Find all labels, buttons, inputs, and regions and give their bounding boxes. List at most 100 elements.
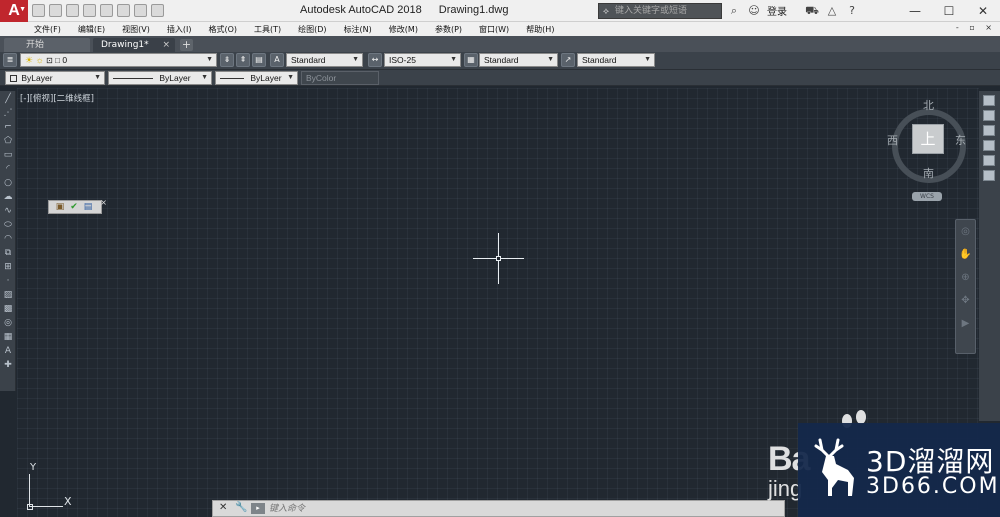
new-tab-button[interactable]: + [180, 39, 193, 51]
save-as-icon[interactable] [83, 4, 96, 17]
polyline-icon[interactable]: ⌐ [2, 121, 14, 133]
recent-commands-icon[interactable]: ▸ [251, 503, 265, 514]
menu-tools[interactable]: 工具(T) [254, 24, 281, 35]
layer-dropdown[interactable]: ☀ ☼ ⊡ □ 0 ▼ [20, 53, 217, 67]
application-menu-button[interactable]: A ▼ [0, 0, 28, 22]
menu-dimension[interactable]: 标注(N) [344, 24, 372, 35]
hatch-to-back-icon[interactable] [983, 170, 995, 181]
viewcube-top-face[interactable]: 上 [912, 124, 944, 154]
dimension-style-dropdown[interactable]: ISO-25 ▼ [384, 53, 461, 67]
pan-hand-icon[interactable]: ✋ [958, 247, 973, 262]
showmotion-icon[interactable]: ▶ [958, 316, 973, 331]
circle-icon[interactable]: ○ [2, 177, 14, 189]
close-icon[interactable]: × [100, 198, 107, 207]
command-input[interactable] [269, 502, 774, 515]
tab-drawing1[interactable]: Drawing1* × [93, 38, 175, 52]
ellipse-icon[interactable]: ⬭ [2, 219, 14, 231]
close-icon[interactable]: ✕ [219, 502, 227, 513]
gradient-icon[interactable]: ▩ [2, 303, 14, 315]
login-button[interactable]: 登录 [767, 3, 787, 18]
polygon-icon[interactable]: ⬠ [2, 135, 14, 147]
maximize-button[interactable]: ☐ [932, 0, 966, 22]
hatch-icon[interactable]: ▨ [2, 289, 14, 301]
layer-properties-icon[interactable]: ≣ [3, 53, 17, 67]
compass-south[interactable]: 南 [923, 165, 934, 181]
document-window-controls[interactable]: - ▫ × [956, 23, 996, 32]
minimize-button[interactable]: — [898, 0, 932, 22]
arc-icon[interactable]: ◜ [2, 163, 14, 175]
table-style-icon[interactable]: ▦ [464, 53, 478, 67]
menu-insert[interactable]: 插入(I) [167, 24, 192, 35]
user-icon[interactable]: ☺ [747, 4, 761, 18]
multileader-style-icon[interactable]: ↗ [561, 53, 575, 67]
lineweight-dropdown[interactable]: ByLayer ▼ [215, 71, 298, 85]
dimension-style-icon[interactable]: ↔ [368, 53, 382, 67]
layer-states-icon[interactable]: ▤ [252, 53, 266, 67]
undo-icon[interactable] [117, 4, 130, 17]
new-file-icon[interactable] [32, 4, 45, 17]
folder-icon[interactable]: ▣ [55, 202, 65, 212]
menu-window[interactable]: 窗口(W) [479, 24, 509, 35]
linetype-dropdown[interactable]: ByLayer ▼ [108, 71, 212, 85]
print-icon[interactable] [100, 4, 113, 17]
insert-block-icon[interactable]: ⧉ [2, 247, 14, 259]
menu-view[interactable]: 视图(V) [122, 24, 150, 35]
table-style-dropdown[interactable]: Standard ▼ [479, 53, 558, 67]
multileader-style-dropdown[interactable]: Standard ▼ [577, 53, 655, 67]
text-style-icon[interactable]: A [270, 53, 284, 67]
help-icon[interactable]: ? [845, 4, 859, 18]
close-tab-icon[interactable]: × [162, 38, 170, 52]
customize-qat-icon[interactable] [151, 4, 164, 17]
menu-edit[interactable]: 编辑(E) [78, 24, 105, 35]
tab-start[interactable]: 开始 [4, 38, 90, 52]
zoom-extents-icon[interactable]: ⊕ [958, 270, 973, 285]
open-file-icon[interactable] [49, 4, 62, 17]
point-icon[interactable]: · [2, 275, 14, 287]
make-current-layer-icon[interactable]: ⇟ [220, 53, 234, 67]
search-input[interactable]: ⟡ 键入关键字或短语 [598, 3, 722, 19]
close-button[interactable]: ✕ [966, 0, 1000, 22]
orbit-icon[interactable]: ✥ [958, 293, 973, 308]
ellipse-arc-icon[interactable]: ◠ [2, 233, 14, 245]
steering-wheel-icon[interactable]: ◎ [958, 224, 973, 239]
menu-draw[interactable]: 绘图(D) [298, 24, 326, 35]
compass-east[interactable]: 东 [955, 132, 966, 148]
redo-icon[interactable] [134, 4, 147, 17]
color-dropdown[interactable]: ByLayer ▼ [5, 71, 105, 85]
compass-west[interactable]: 西 [887, 132, 898, 148]
check-icon[interactable]: ✔ [69, 202, 79, 212]
menu-help[interactable]: 帮助(H) [526, 24, 554, 35]
send-under-icon[interactable] [983, 140, 995, 151]
menu-format[interactable]: 格式(O) [208, 24, 237, 35]
table-icon[interactable]: ▦ [2, 331, 14, 343]
construction-line-icon[interactable]: ⋰ [2, 107, 14, 119]
layer-icon[interactable]: ▤ [83, 202, 93, 212]
menu-file[interactable]: 文件(F) [34, 24, 61, 35]
region-icon[interactable]: ◎ [2, 317, 14, 329]
compass-north[interactable]: 北 [923, 97, 934, 113]
save-icon[interactable] [66, 4, 79, 17]
menu-parameter[interactable]: 参数(P) [435, 24, 462, 35]
draw-tools-palette: ╱ ⋰ ⌐ ⬠ ▭ ◜ ○ ☁ ∿ ⬭ ◠ ⧉ ⊞ · ▨ ▩ ◎ ▦ A ✚ [0, 91, 16, 391]
viewport-controls-label[interactable]: [-][俯视][二维线框] [20, 92, 94, 104]
binoculars-icon[interactable]: ⌕ [727, 4, 741, 18]
exchange-icon[interactable]: △ [825, 4, 839, 18]
make-block-icon[interactable]: ⊞ [2, 261, 14, 273]
text-to-front-icon[interactable] [983, 155, 995, 166]
rectangle-icon[interactable]: ▭ [2, 149, 14, 161]
menu-modify[interactable]: 修改(M) [389, 24, 418, 35]
cart-icon[interactable]: ⛟ [805, 4, 819, 18]
spline-icon[interactable]: ∿ [2, 205, 14, 217]
wcs-menu-button[interactable]: WCS [912, 192, 942, 201]
send-to-back-icon[interactable] [983, 110, 995, 121]
bring-above-icon[interactable] [983, 125, 995, 136]
line-icon[interactable]: ╱ [2, 93, 14, 105]
wrench-icon[interactable]: 🔧 [235, 502, 247, 513]
text-style-dropdown[interactable]: Standard ▼ [286, 53, 363, 67]
revision-cloud-icon[interactable]: ☁ [2, 191, 14, 203]
add-selected-icon[interactable]: ✚ [2, 359, 14, 371]
bring-to-front-icon[interactable] [983, 95, 995, 106]
multiline-text-icon[interactable]: A [2, 345, 14, 357]
app-name: Autodesk AutoCAD 2018 [300, 4, 422, 16]
layer-previous-icon[interactable]: ⇞ [236, 53, 250, 67]
